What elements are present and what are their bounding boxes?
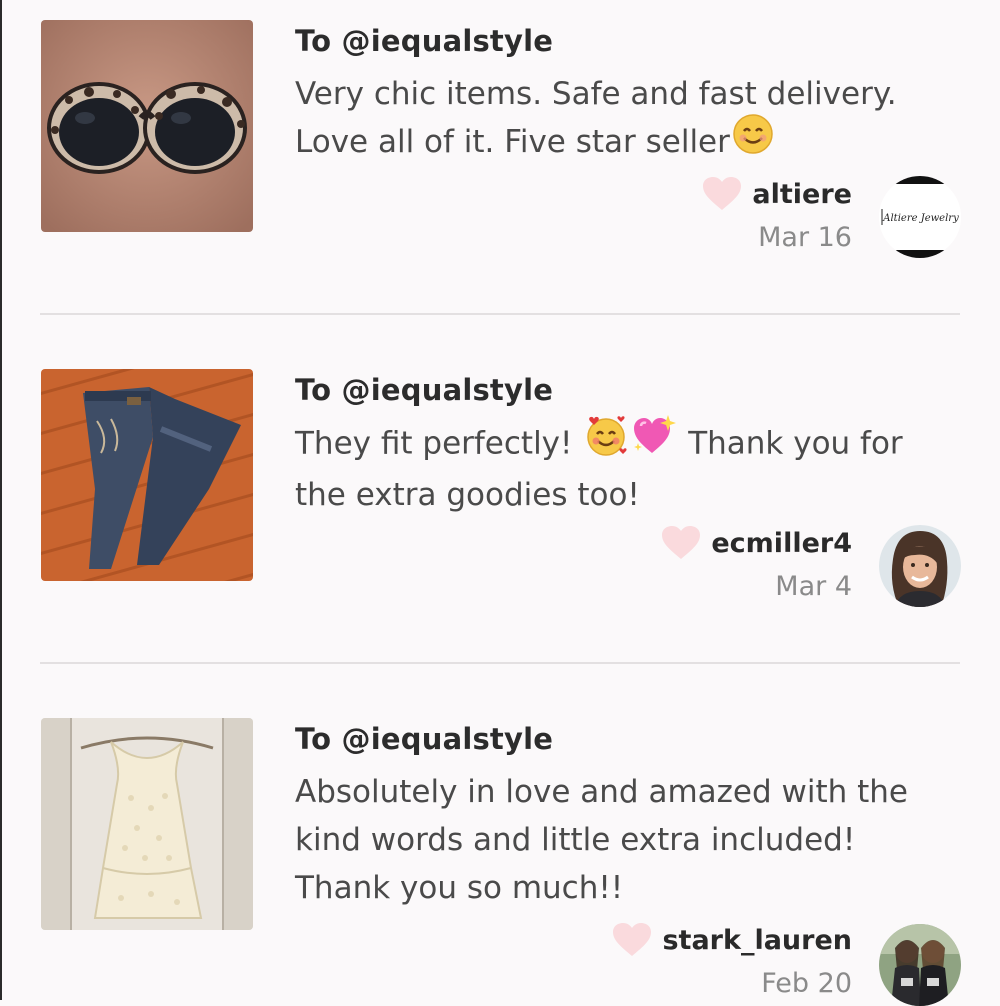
review-text-line: They fit perfectly!: [295, 425, 573, 462]
smiling-face-emoji: [732, 113, 774, 169]
item-photo-white-top[interactable]: [41, 718, 253, 930]
review-recipient[interactable]: To @iequalstyle: [295, 373, 553, 407]
item-photo-sunglasses[interactable]: [41, 20, 253, 232]
review-text-line: kind words and little extra included!: [295, 822, 856, 858]
reviewer-username[interactable]: ecmiller4: [711, 528, 852, 559]
heart-icon[interactable]: [661, 525, 701, 561]
divider: [40, 662, 960, 664]
smiling-face-with-hearts-emoji: [584, 413, 628, 471]
reviewer-username[interactable]: altiere: [752, 179, 852, 210]
review-meta: stark_lauren Feb 20: [612, 922, 852, 999]
avatar[interactable]: Altiere Jewelry: [879, 176, 961, 258]
review-text-line: Thank you so much!!: [295, 870, 624, 906]
review-date: Mar 16: [758, 222, 852, 253]
review-recipient[interactable]: To @iequalstyle: [295, 722, 553, 756]
avatar-logo-text: Altiere Jewelry: [882, 213, 959, 224]
review-text-line: the extra goodies too!: [295, 477, 640, 513]
review-card: To @iequalstyle Absolutely in love and a…: [0, 698, 1000, 1006]
review-card: To @iequalstyle They fit perfectly! Than…: [0, 349, 1000, 649]
review-date: Feb 20: [761, 968, 852, 999]
item-photo-jeans[interactable]: [41, 369, 253, 581]
review-text-line: Absolutely in love and amazed with the: [295, 774, 909, 810]
reviewer-username[interactable]: stark_lauren: [662, 925, 852, 956]
review-text-line: Love all of it. Five star seller: [295, 124, 730, 160]
review-date: Mar 4: [775, 571, 852, 602]
avatar[interactable]: [879, 924, 961, 1006]
heart-icon[interactable]: [612, 922, 652, 958]
avatar[interactable]: [879, 525, 961, 607]
review-text: Absolutely in love and amazed with the k…: [295, 768, 955, 912]
review-card: To @iequalstyle Very chic items. Safe an…: [0, 0, 1000, 300]
review-meta: altiere Mar 16: [702, 176, 852, 253]
review-text: They fit perfectly! Thank you for the ex…: [295, 415, 955, 519]
review-meta: ecmiller4 Mar 4: [661, 525, 852, 602]
review-text-line: Thank you for: [688, 425, 903, 462]
review-text-line: Very chic items. Safe and fast delivery.: [295, 76, 897, 112]
review-text: Very chic items. Safe and fast delivery.…: [295, 70, 955, 169]
heart-icon[interactable]: [702, 176, 742, 212]
sparkling-heart-emoji: [632, 413, 677, 471]
divider: [40, 313, 960, 315]
review-recipient[interactable]: To @iequalstyle: [295, 24, 553, 58]
